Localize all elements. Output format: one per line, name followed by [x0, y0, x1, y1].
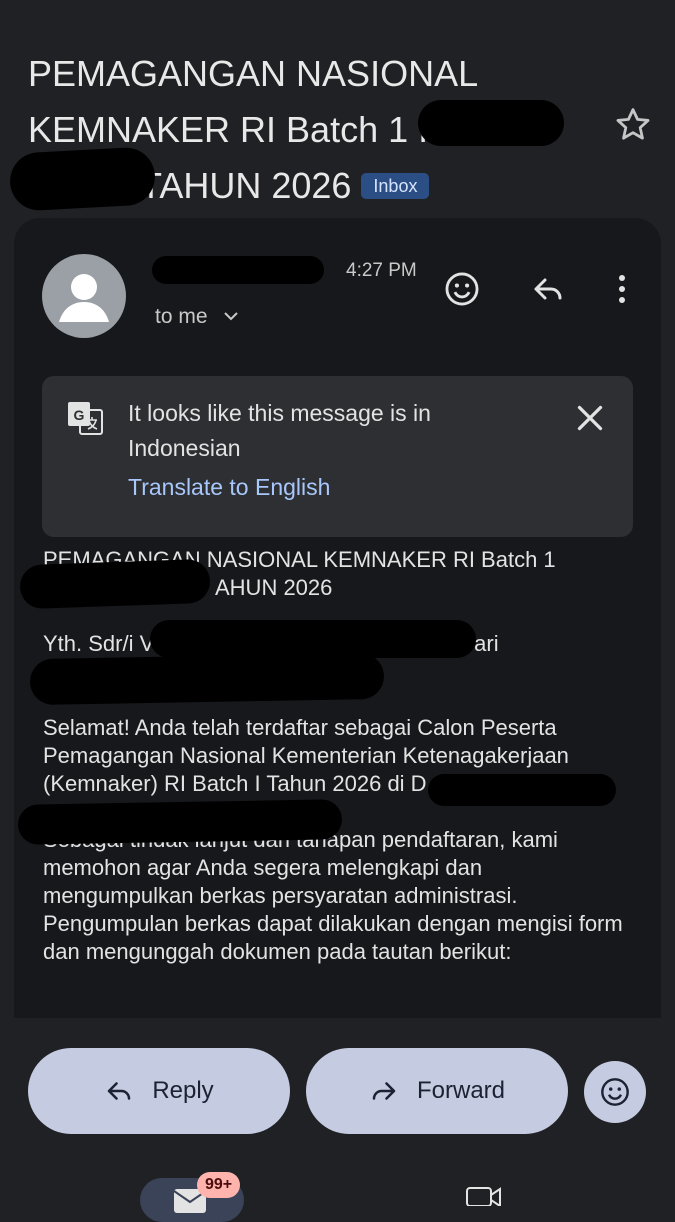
message-card: 4:27 PM to me G It looks like this messa…: [14, 218, 661, 1018]
reply-button[interactable]: Reply: [28, 1048, 290, 1134]
forward-icon: [372, 1082, 396, 1100]
redaction: [418, 100, 564, 146]
subject-line-1: PEMAGANGAN NASIONAL: [28, 53, 479, 94]
recipient-label: to me: [155, 305, 208, 328]
sender-redaction: [152, 256, 324, 284]
redaction: [19, 558, 211, 610]
close-icon[interactable]: [572, 400, 608, 436]
redaction: [150, 620, 476, 658]
forward-button[interactable]: Forward: [306, 1048, 568, 1134]
emoji-react-button[interactable]: [584, 1061, 646, 1123]
video-icon[interactable]: [466, 1186, 502, 1211]
body-heading-line-2: AHUN 2026: [215, 575, 333, 600]
star-icon[interactable]: [612, 104, 654, 146]
redaction: [17, 799, 343, 845]
translate-banner: G It looks like this message is in Indon…: [42, 376, 633, 537]
subject-line-3: TAHUN 2026: [140, 165, 352, 206]
translate-link[interactable]: Translate to English: [128, 474, 330, 501]
reply-icon: [108, 1082, 131, 1100]
chevron-down-icon: [223, 304, 239, 321]
bottom-navigation: [0, 1160, 675, 1222]
message-actions: Reply Forward: [0, 1046, 675, 1136]
redaction: [29, 652, 385, 706]
redaction: [428, 774, 616, 806]
emoji-icon: [601, 1078, 629, 1106]
email-body: PEMAGANGAN NASIONAL KEMNAKER RI Batch 1 …: [43, 546, 623, 994]
redaction: [8, 146, 157, 212]
google-translate-icon: G: [66, 398, 104, 436]
translate-message: It looks like this message is in Indones…: [128, 400, 431, 461]
reply-label: Reply: [152, 1077, 214, 1104]
unread-count-badge: 99+: [197, 1172, 241, 1198]
inbox-label-chip[interactable]: Inbox: [361, 173, 430, 199]
svg-text:G: G: [74, 407, 85, 423]
reply-icon[interactable]: [526, 267, 570, 311]
recipient-toggle[interactable]: to me: [155, 304, 239, 329]
forward-label: Forward: [416, 1077, 506, 1104]
greeting-start: Yth. Sdr/i V: [43, 631, 155, 656]
avatar[interactable]: [42, 254, 126, 338]
body-paragraph-4: Sebagai tindak lanjut dari tahapan penda…: [43, 827, 623, 964]
email-time: 4:27 PM: [346, 260, 417, 281]
emoji-reaction-icon[interactable]: [440, 267, 484, 311]
more-vert-icon[interactable]: [600, 267, 644, 311]
